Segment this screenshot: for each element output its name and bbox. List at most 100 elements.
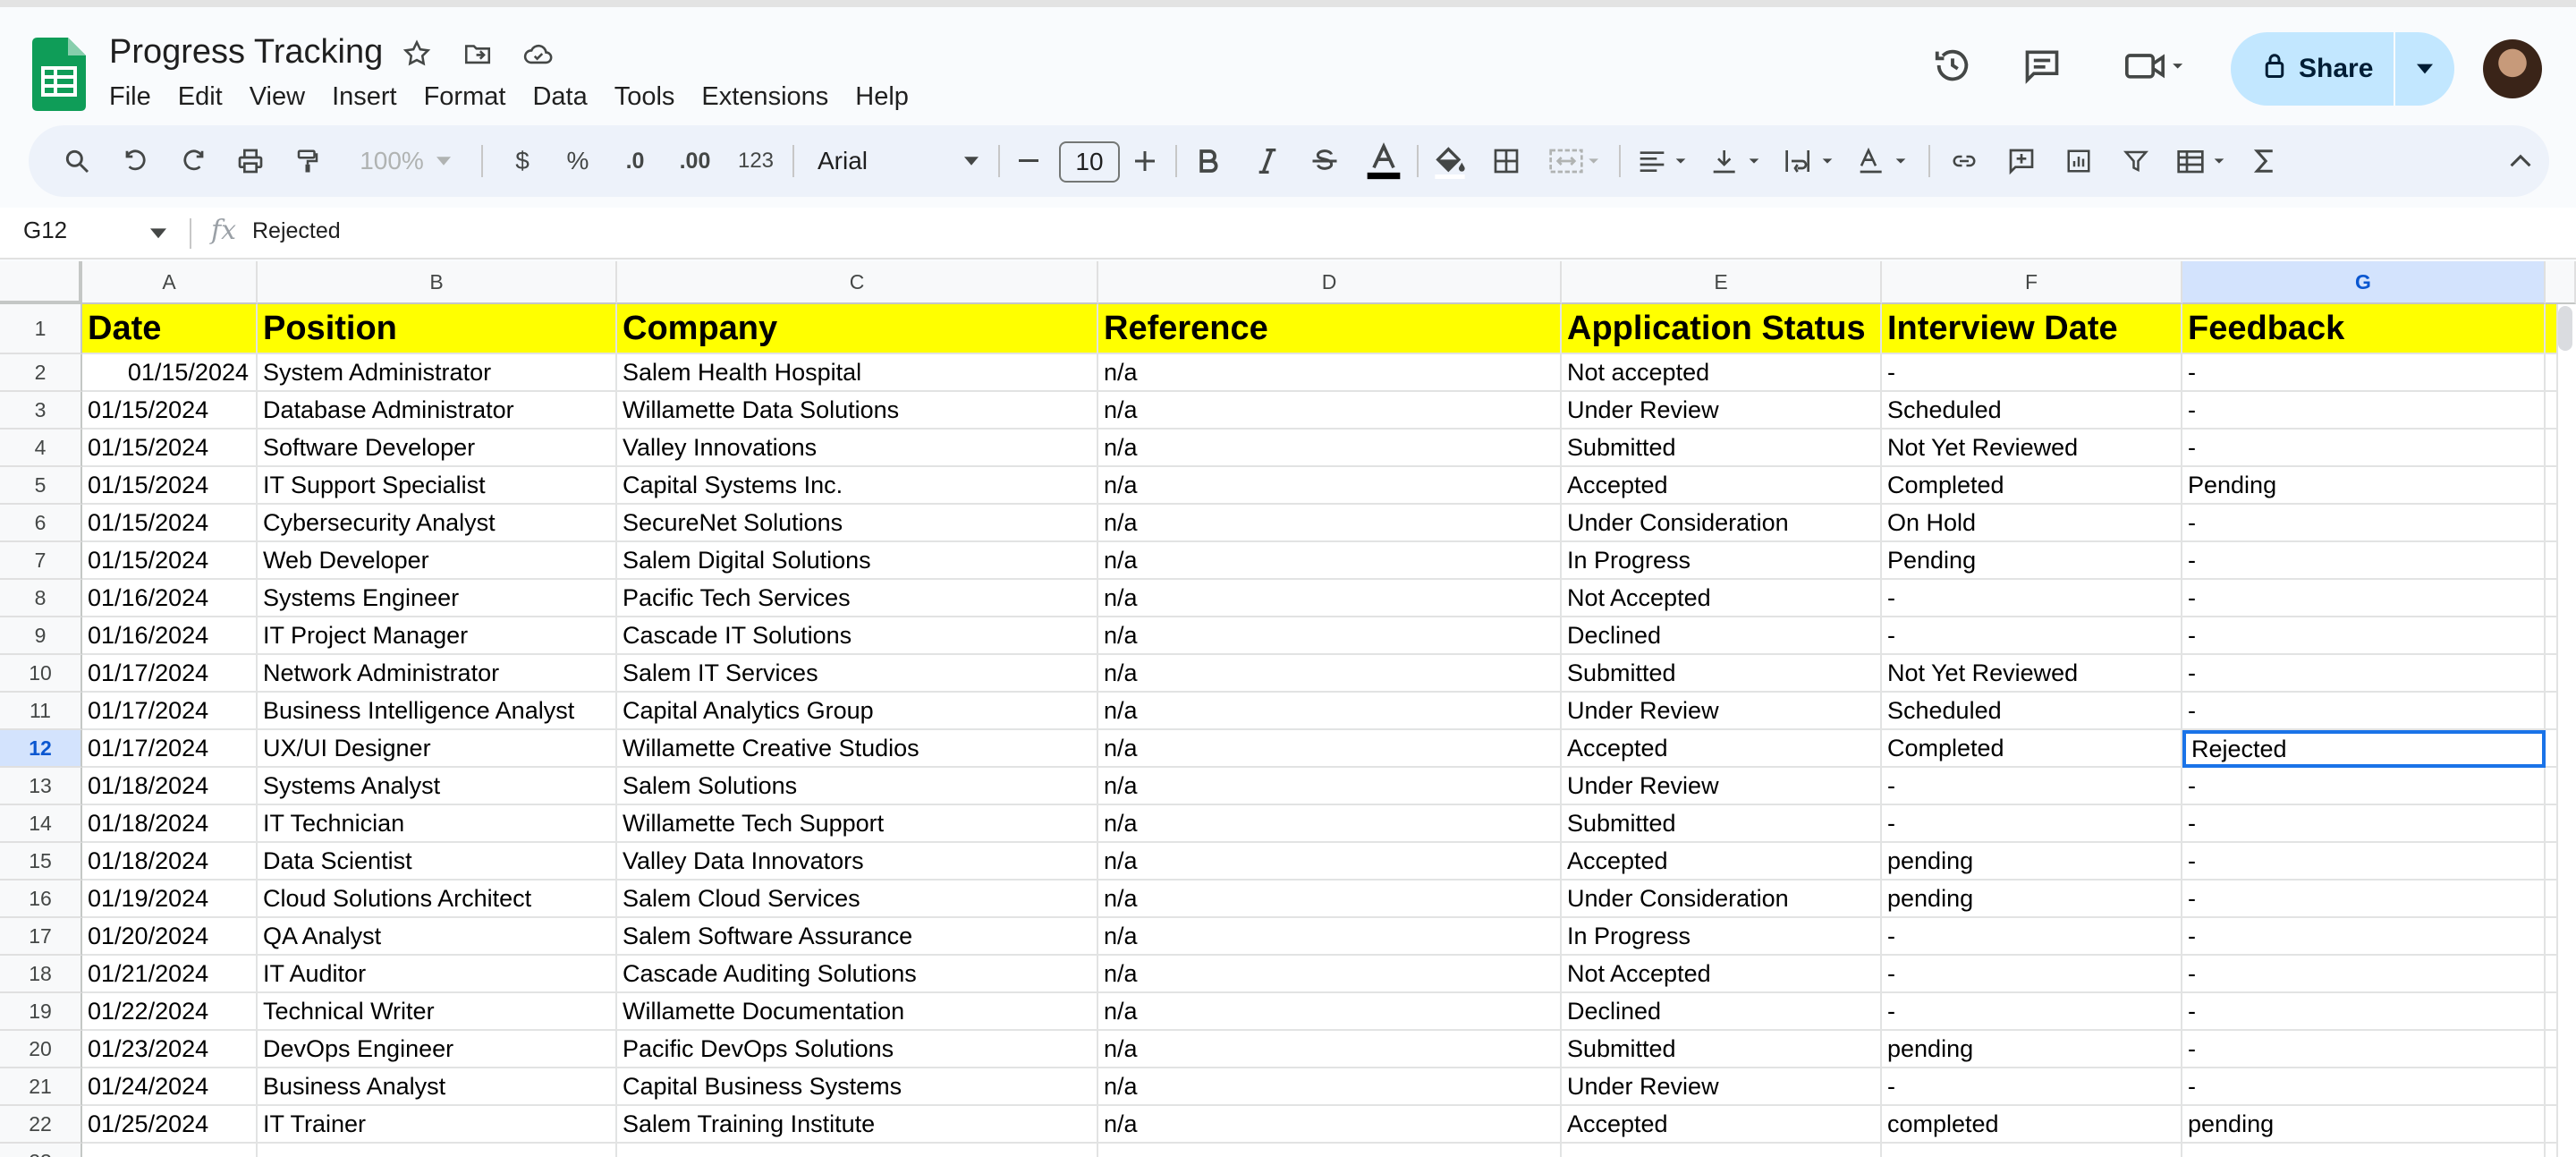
table-cell[interactable]: pending — [1882, 1031, 2182, 1068]
table-cell[interactable]: 01/23/2024 — [82, 1031, 258, 1068]
empty-cell[interactable] — [2546, 730, 2558, 768]
table-cell[interactable]: 01/17/2024 — [82, 693, 258, 730]
table-cell[interactable]: Valley Innovations — [617, 430, 1098, 467]
row-header-1[interactable]: 1 — [0, 304, 82, 354]
column-header-a[interactable]: A — [82, 261, 258, 304]
table-view-icon[interactable] — [2168, 125, 2234, 197]
empty-cell[interactable] — [2546, 617, 2558, 655]
table-cell[interactable]: Under Review — [1562, 392, 1882, 430]
paint-format-icon[interactable] — [286, 125, 329, 197]
table-cell[interactable]: Salem IT Services — [617, 655, 1098, 693]
table-cell[interactable]: Network Administrator — [258, 655, 617, 693]
undo-icon[interactable] — [114, 125, 157, 197]
table-cell[interactable]: n/a — [1098, 768, 1562, 805]
table-cell[interactable]: n/a — [1098, 467, 1562, 505]
table-cell[interactable]: 01/21/2024 — [82, 956, 258, 993]
row-header-6[interactable]: 6 — [0, 505, 82, 542]
row-header-9[interactable]: 9 — [0, 617, 82, 655]
font-size-input[interactable]: 10 — [1059, 141, 1120, 183]
header-cell[interactable]: Reference — [1098, 304, 1562, 354]
row-header-4[interactable]: 4 — [0, 430, 82, 467]
empty-cell[interactable] — [2546, 430, 2558, 467]
more-formats-button[interactable]: 123 — [730, 125, 782, 197]
table-cell[interactable]: Systems Engineer — [258, 580, 617, 617]
empty-cell[interactable] — [2546, 881, 2558, 918]
table-cell[interactable]: Business Intelligence Analyst — [258, 693, 617, 730]
star-icon[interactable] — [395, 36, 438, 72]
table-cell[interactable]: - — [2182, 430, 2546, 467]
menu-extensions[interactable]: Extensions — [701, 79, 841, 115]
table-cell[interactable]: 01/16/2024 — [82, 580, 258, 617]
header-cell[interactable]: Position — [258, 304, 617, 354]
insert-link-icon[interactable] — [1943, 125, 1986, 197]
row-header-17[interactable]: 17 — [0, 918, 82, 956]
row-header-11[interactable]: 11 — [0, 693, 82, 730]
menu-format[interactable]: Format — [424, 79, 519, 115]
table-cell[interactable]: Web Developer — [258, 542, 617, 580]
table-cell[interactable]: 01/25/2024 — [82, 1106, 258, 1144]
table-cell[interactable]: On Hold — [1882, 505, 2182, 542]
table-cell[interactable]: Not Accepted — [1562, 580, 1882, 617]
table-cell[interactable]: Willamette Creative Studios — [617, 730, 1098, 768]
menu-tools[interactable]: Tools — [614, 79, 688, 115]
table-cell[interactable]: - — [2182, 617, 2546, 655]
text-color-icon[interactable] — [1361, 125, 1406, 197]
table-cell[interactable]: System Administrator — [258, 354, 617, 392]
table-cell[interactable]: 01/24/2024 — [82, 1068, 258, 1106]
empty-cell[interactable] — [2546, 993, 2558, 1031]
table-cell[interactable]: Systems Analyst — [258, 768, 617, 805]
table-cell[interactable]: Salem Solutions — [617, 768, 1098, 805]
decrease-decimal-button[interactable]: .0 — [612, 125, 658, 197]
row-header-21[interactable]: 21 — [0, 1068, 82, 1106]
meet-camera-icon[interactable] — [2114, 41, 2195, 89]
table-cell[interactable]: - — [2182, 993, 2546, 1031]
row-header-19[interactable]: 19 — [0, 993, 82, 1031]
strikethrough-icon[interactable] — [1304, 125, 1345, 197]
table-cell[interactable]: IT Auditor — [258, 956, 617, 993]
table-cell[interactable]: In Progress — [1562, 542, 1882, 580]
sheets-logo-icon[interactable] — [32, 38, 86, 111]
table-cell[interactable]: Capital Business Systems — [617, 1068, 1098, 1106]
table-cell[interactable]: Submitted — [1562, 1031, 1882, 1068]
header-cell[interactable]: Interview Date — [1882, 304, 2182, 354]
formula-input[interactable]: Rejected — [252, 218, 341, 244]
empty-cell[interactable] — [2546, 505, 2558, 542]
table-cell[interactable]: Valley Data Innovators — [617, 843, 1098, 881]
table-cell[interactable] — [1882, 1144, 2182, 1157]
table-cell[interactable]: Under Consideration — [1562, 881, 1882, 918]
table-cell[interactable]: - — [2182, 693, 2546, 730]
table-cell[interactable]: Under Review — [1562, 1068, 1882, 1106]
empty-cell[interactable] — [2546, 392, 2558, 430]
table-cell[interactable]: Salem Cloud Services — [617, 881, 1098, 918]
row-header-18[interactable]: 18 — [0, 956, 82, 993]
table-cell[interactable]: - — [1882, 1068, 2182, 1106]
table-cell[interactable]: - — [2182, 542, 2546, 580]
table-cell[interactable]: Not Yet Reviewed — [1882, 655, 2182, 693]
table-cell[interactable]: Cloud Solutions Architect — [258, 881, 617, 918]
table-cell[interactable]: 01/18/2024 — [82, 768, 258, 805]
header-cell[interactable]: Application Status — [1562, 304, 1882, 354]
empty-cell[interactable] — [2546, 354, 2558, 392]
empty-cell[interactable] — [2546, 1031, 2558, 1068]
table-cell[interactable]: - — [2182, 392, 2546, 430]
table-cell[interactable]: Capital Systems Inc. — [617, 467, 1098, 505]
header-cell[interactable]: Company — [617, 304, 1098, 354]
table-cell[interactable]: - — [1882, 918, 2182, 956]
row-header-13[interactable]: 13 — [0, 768, 82, 805]
table-cell[interactable]: n/a — [1098, 655, 1562, 693]
table-cell[interactable]: QA Analyst — [258, 918, 617, 956]
empty-cell[interactable] — [2546, 655, 2558, 693]
vertical-align-icon[interactable] — [1703, 125, 1769, 197]
share-dropdown-icon[interactable] — [2395, 64, 2454, 74]
row-header-3[interactable]: 3 — [0, 392, 82, 430]
row-header-8[interactable]: 8 — [0, 580, 82, 617]
table-cell[interactable]: Accepted — [1562, 730, 1882, 768]
table-cell[interactable]: n/a — [1098, 430, 1562, 467]
table-cell[interactable]: 01/15/2024 — [82, 430, 258, 467]
table-cell[interactable]: n/a — [1098, 881, 1562, 918]
empty-cell[interactable] — [2546, 768, 2558, 805]
empty-cell[interactable] — [2546, 843, 2558, 881]
table-cell[interactable] — [1098, 1144, 1562, 1157]
avatar[interactable] — [2483, 39, 2542, 98]
table-cell[interactable]: n/a — [1098, 617, 1562, 655]
